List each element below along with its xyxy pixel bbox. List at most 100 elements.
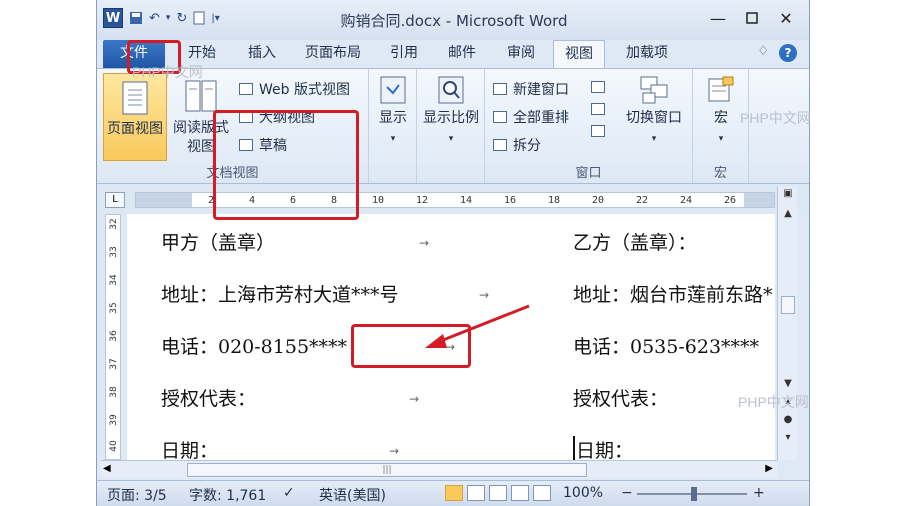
next-page-icon[interactable]: ▾ [778,432,798,443]
show-label: 显示 [379,110,407,126]
outline-view-icon[interactable] [511,485,529,501]
view-ruler-icon[interactable]: ▣ [778,188,798,199]
ruler-tick: 26 [724,195,737,206]
group-window: 新建窗口 全部重排 拆分 切换窗口 ▾ 窗口 [485,69,693,183]
browse-object-icon[interactable]: ● [778,414,798,425]
tab-mailings[interactable]: 邮件 [437,40,487,68]
proofing-icon[interactable]: ✓ [283,485,295,501]
vertical-scrollbar[interactable]: ▣ ▲ ▼ ▴ ● ▾ [777,186,797,460]
party-a-seal: 甲方（盖章） [161,232,276,254]
vruler-tick: 39 [109,414,119,426]
window-side-tools [591,81,605,137]
reading-view-icon[interactable] [467,485,485,501]
watermark-text: PHP中文网 [132,64,203,80]
scroll-down-icon[interactable]: ▼ [778,378,798,389]
view-side-by-side-icon[interactable] [591,81,605,93]
ruler-tick: 10 [372,195,385,206]
window-controls: — ✕ [701,6,803,30]
show-dropdown-icon: ▾ [390,134,396,144]
minimize-ribbon-icon[interactable]: ♢ [757,44,769,62]
view-shortcuts [445,485,551,501]
watermark-text: PHP中文网 [738,394,809,410]
party-a-date: 日期： [161,440,219,460]
ruler-tick: 20 [592,195,605,206]
zoom-in-icon[interactable]: + [753,485,765,501]
switch-windows-dropdown-icon: ▾ [651,134,657,144]
zoom-button[interactable]: 显示比例 ▾ [419,75,483,149]
help-icon[interactable]: ? [779,44,797,62]
reset-window-position-icon[interactable] [591,125,605,137]
page-count[interactable]: 页面: 3/5 [107,485,167,505]
vruler-tick: 38 [109,386,119,398]
ruler-left-margin [136,193,192,207]
macros-group-label: 宏 [713,166,727,181]
draft-view-icon[interactable] [533,485,551,501]
print-layout-view-icon[interactable] [445,485,463,501]
show-button[interactable]: 显示 ▾ [371,75,415,149]
party-a-phone: 电话：020-8155**** [161,336,348,358]
party-b-phone: 电话：0535-623**** [573,336,760,358]
split-button[interactable]: 拆分 [493,135,541,155]
party-b-date: 日期： [573,436,633,460]
macros-dropdown-icon: ▾ [718,134,724,144]
web-view-icon[interactable] [489,485,507,501]
close-icon[interactable]: ✕ [769,6,803,30]
word-count[interactable]: 字数: 1,761 [189,485,266,505]
title-bar: W ↶ ▾ ↻ |▾ 购销合同.docx - Microsoft Word — … [97,0,809,40]
new-window-label: 新建窗口 [513,82,569,98]
annotation-arrow-icon [425,304,530,348]
zoom-label: 显示比例 [423,110,479,126]
party-a-representative: 授权代表： [161,388,257,410]
split-label: 拆分 [513,138,541,154]
arrange-all-icon [493,111,507,123]
scroll-right-icon[interactable]: ▶ [765,463,773,474]
horizontal-ruler: L 2 4 6 8 10 12 14 16 18 20 22 24 26 [97,186,809,214]
zoom-dropdown-icon: ▾ [448,134,454,144]
tab-view[interactable]: 视图 [553,40,605,68]
print-layout-label: 页面视图 [107,121,163,137]
tab-review[interactable]: 审阅 [495,40,547,68]
watermark-text: PHP中文网 [740,110,811,126]
tab-addins[interactable]: 加载项 [611,40,683,68]
vruler-tick: 40 [109,440,119,452]
tab-page-layout[interactable]: 页面布局 [295,40,371,68]
tab-mark: → [409,392,420,406]
status-bar: 页面: 3/5 字数: 1,761 ✓ 英语(美国) 100% − + [97,480,809,506]
vertical-scroll-thumb[interactable] [781,296,795,314]
zoom-out-icon[interactable]: − [621,485,633,501]
tab-insert[interactable]: 插入 [235,40,289,68]
maximize-icon[interactable] [735,6,769,30]
tab-references[interactable]: 引用 [379,40,429,68]
ruler-tick: 12 [416,195,429,206]
vruler-tick: 37 [109,358,119,370]
new-window-button[interactable]: 新建窗口 [493,79,569,99]
ribbon-view: 页面视图 阅读版式 视图 Web 版式视图 大纲视图 草稿 文档视图 显示 ▾ … [97,68,809,184]
web-layout-label: Web 版式视图 [259,82,350,98]
party-a-address: 地址：上海市芳村大道***号 [161,284,399,306]
arrange-all-label: 全部重排 [513,110,569,126]
switch-windows-label: 切换窗口 [626,110,682,126]
sync-scrolling-icon[interactable] [591,103,605,115]
group-show: 显示 ▾ [369,69,417,183]
tab-mark: → [389,444,400,458]
zoom-slider-knob[interactable] [691,487,697,501]
vruler-tick: 35 [109,302,119,314]
horizontal-scroll-thumb[interactable]: ||| [187,463,587,477]
macros-button[interactable]: 宏 ▾ [697,75,745,149]
horizontal-scrollbar[interactable]: ◀ ||| ▶ [101,460,777,478]
web-layout-button[interactable]: Web 版式视图 [239,79,350,99]
language-indicator[interactable]: 英语(美国) [319,485,386,505]
switch-windows-button[interactable]: 切换窗口 ▾ [617,75,691,149]
arrange-all-button[interactable]: 全部重排 [493,107,569,127]
scroll-up-icon[interactable]: ▲ [778,208,798,219]
print-layout-button[interactable]: 页面视图 [103,73,167,161]
annotation-box-document-views [213,110,359,220]
ruler-tick: 18 [548,195,561,206]
scroll-left-icon[interactable]: ◀ [103,463,111,474]
ruler-tick: 14 [460,195,473,206]
zoom-level[interactable]: 100% [563,485,603,501]
ruler-right-margin [744,193,774,207]
ruler-tick: 22 [636,195,649,206]
tab-selector-button[interactable]: L [105,192,125,208]
minimize-icon[interactable]: — [701,6,735,30]
